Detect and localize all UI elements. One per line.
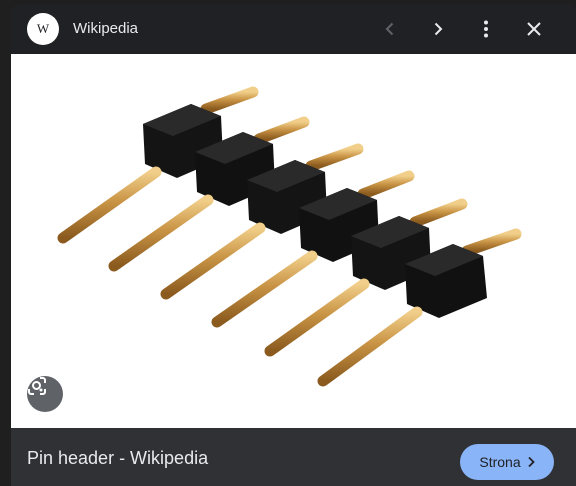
image-preview-panel: W Wikipedia Pin header - Wikipedia Stron… <box>11 4 576 486</box>
visit-button-label: Strona <box>479 454 521 470</box>
preview-footer: Pin header - Wikipedia Strona <box>11 428 576 486</box>
pin-header-image <box>57 86 522 387</box>
preview-header: W Wikipedia <box>11 4 576 54</box>
lens-search-icon <box>28 377 46 395</box>
site-logo-letter: W <box>36 21 50 36</box>
preview-image[interactable] <box>11 54 576 428</box>
chevron-right-icon <box>434 22 443 36</box>
previous-button[interactable] <box>374 13 406 45</box>
next-button[interactable] <box>422 13 454 45</box>
result-title[interactable]: Pin header - Wikipedia <box>27 448 208 469</box>
visual-search-button[interactable] <box>27 376 63 412</box>
site-name[interactable]: Wikipedia <box>73 20 138 37</box>
close-button[interactable] <box>518 13 550 45</box>
chevron-left-icon <box>385 22 394 36</box>
close-icon <box>527 22 541 36</box>
more-options-button[interactable] <box>470 13 502 45</box>
site-logo[interactable]: W <box>27 13 59 45</box>
visit-button[interactable]: Strona <box>460 444 554 480</box>
chevron-right-icon <box>527 456 535 468</box>
more-vert-icon <box>484 20 488 38</box>
